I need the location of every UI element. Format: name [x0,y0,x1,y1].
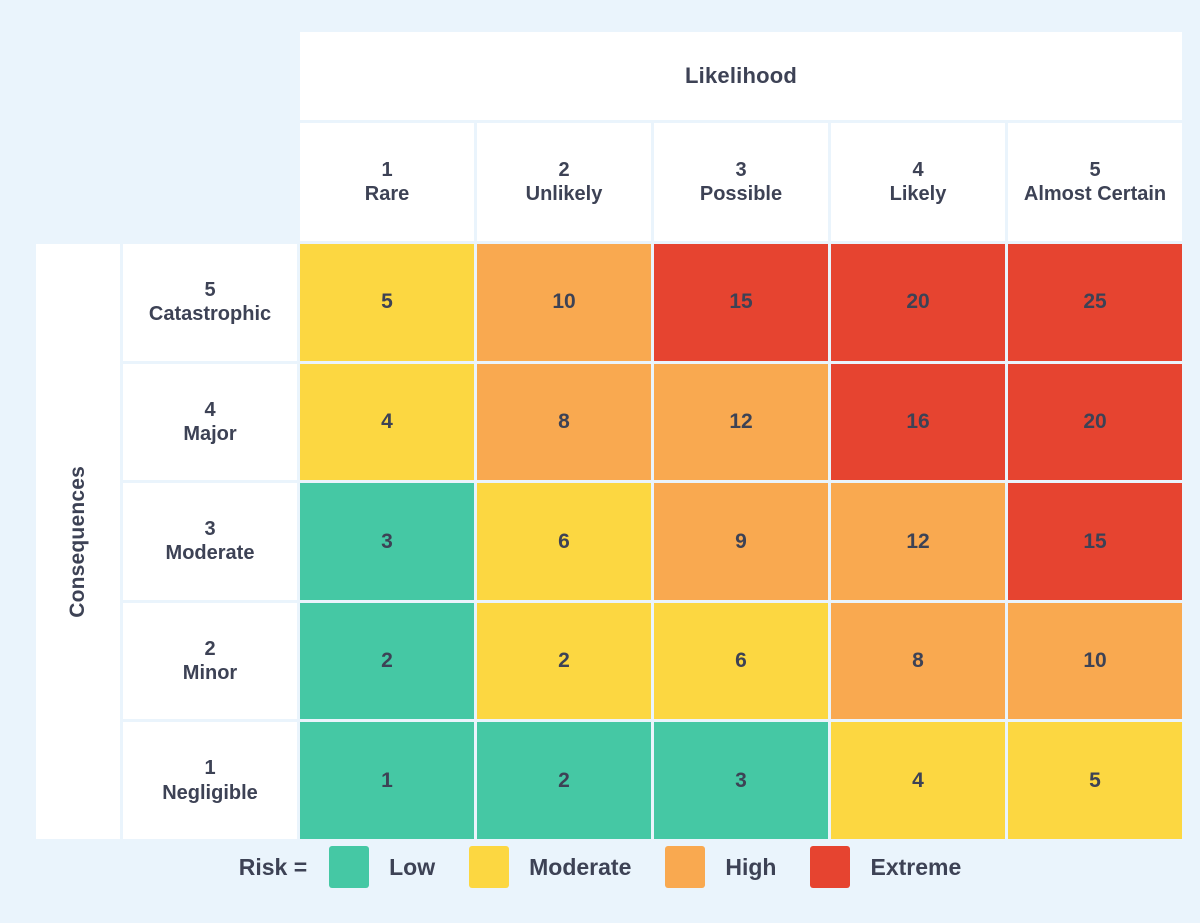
likelihood-axis-title: Likelihood [300,32,1182,120]
risk-cell-c2-l3[interactable]: 6 [654,603,828,720]
column-header-likelihood-5[interactable]: 5Almost Certain [1008,123,1182,241]
legend-swatch-low [329,846,369,888]
risk-cell-c2-l2[interactable]: 2 [477,603,651,720]
consequences-axis-title: Consequences [36,244,120,839]
risk-cell-c4-l4[interactable]: 16 [831,364,1005,481]
risk-cell-c4-l3[interactable]: 12 [654,364,828,481]
column-header-label: Unlikely [526,182,603,206]
risk-cell-c5-l1[interactable]: 5 [300,244,474,361]
row-header-number: 1 [204,756,215,780]
column-header-number: 3 [735,158,746,182]
risk-cell-c3-l4[interactable]: 12 [831,483,1005,600]
legend-item-low: Low [329,846,435,888]
risk-cell-c1-l2[interactable]: 2 [477,722,651,839]
legend-item-moderate: Moderate [469,846,631,888]
row-header-consequence-2[interactable]: 2Minor [123,603,297,720]
risk-cell-c1-l1[interactable]: 1 [300,722,474,839]
risk-matrix: Likelihood Consequences 1Rare2Unlikely3P… [0,0,1200,923]
column-header-label: Almost Certain [1024,182,1166,206]
row-header-consequence-5[interactable]: 5Catastrophic [123,244,297,361]
column-header-label: Rare [365,182,409,206]
risk-cell-c2-l4[interactable]: 8 [831,603,1005,720]
risk-cell-c3-l5[interactable]: 15 [1008,483,1182,600]
legend-item-extreme: Extreme [810,846,961,888]
risk-cell-c3-l3[interactable]: 9 [654,483,828,600]
row-header-label: Moderate [166,541,255,565]
risk-cell-c5-l5[interactable]: 25 [1008,244,1182,361]
risk-cell-c5-l3[interactable]: 15 [654,244,828,361]
row-header-label: Major [183,422,236,446]
risk-cell-c5-l4[interactable]: 20 [831,244,1005,361]
risk-matrix-grid: Likelihood Consequences 1Rare2Unlikely3P… [36,32,1164,821]
risk-cell-c1-l3[interactable]: 3 [654,722,828,839]
row-header-consequence-1[interactable]: 1Negligible [123,722,297,839]
column-header-likelihood-2[interactable]: 2Unlikely [477,123,651,241]
risk-cell-c1-l4[interactable]: 4 [831,722,1005,839]
column-header-number: 5 [1089,158,1100,182]
risk-legend: Risk = Low Moderate High Extreme [0,846,1200,888]
risk-cell-c4-l1[interactable]: 4 [300,364,474,481]
consequences-axis-title-text: Consequences [65,466,91,618]
row-header-label: Negligible [162,781,258,805]
row-header-number: 3 [204,517,215,541]
legend-label-extreme: Extreme [870,854,961,881]
column-header-likelihood-1[interactable]: 1Rare [300,123,474,241]
legend-swatch-high [665,846,705,888]
legend-label-high: High [725,854,776,881]
legend-item-high: High [665,846,776,888]
legend-swatch-moderate [469,846,509,888]
risk-cell-c1-l5[interactable]: 5 [1008,722,1182,839]
row-header-label: Catastrophic [149,302,271,326]
risk-cell-c3-l1[interactable]: 3 [300,483,474,600]
column-header-label: Possible [700,182,782,206]
legend-label-low: Low [389,854,435,881]
risk-cell-c4-l2[interactable]: 8 [477,364,651,481]
row-header-number: 4 [204,398,215,422]
row-header-number: 5 [204,278,215,302]
risk-cell-c2-l5[interactable]: 10 [1008,603,1182,720]
row-header-consequence-4[interactable]: 4Major [123,364,297,481]
row-header-consequence-3[interactable]: 3Moderate [123,483,297,600]
column-header-label: Likely [890,182,947,206]
column-header-number: 4 [912,158,923,182]
risk-cell-c2-l1[interactable]: 2 [300,603,474,720]
risk-cell-c5-l2[interactable]: 10 [477,244,651,361]
risk-cell-c3-l2[interactable]: 6 [477,483,651,600]
column-header-number: 2 [558,158,569,182]
column-header-likelihood-4[interactable]: 4Likely [831,123,1005,241]
column-header-likelihood-3[interactable]: 3Possible [654,123,828,241]
legend-label-moderate: Moderate [529,854,631,881]
legend-swatch-extreme [810,846,850,888]
column-header-number: 1 [381,158,392,182]
row-header-label: Minor [183,661,237,685]
row-header-number: 2 [204,637,215,661]
legend-prefix-label: Risk = [239,854,307,881]
risk-cell-c4-l5[interactable]: 20 [1008,364,1182,481]
